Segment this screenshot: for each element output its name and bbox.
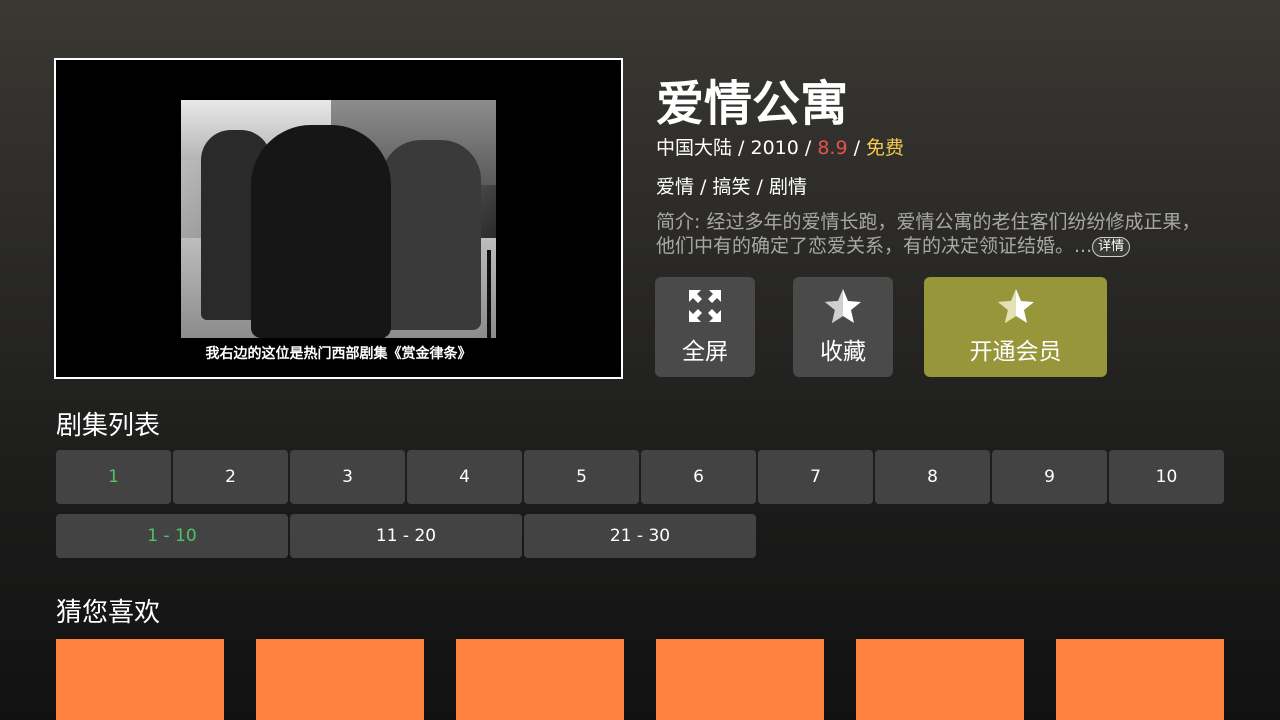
- episode-button-3[interactable]: 3: [290, 450, 405, 504]
- episode-button-9[interactable]: 9: [992, 450, 1107, 504]
- recommend-tile[interactable]: [1056, 639, 1224, 720]
- episode-button-8[interactable]: 8: [875, 450, 990, 504]
- show-intro: 简介: 经过多年的爱情长跑，爱情公寓的老住客们纷纷修成正果，他们中有的确定了恋爱…: [656, 210, 1216, 258]
- recommend-tile[interactable]: [56, 639, 224, 720]
- recommend-row: [56, 639, 1224, 720]
- episode-button-4[interactable]: 4: [407, 450, 522, 504]
- video-subtitle: 我右边的这位是热门西部剧集《赏金律条》: [205, 346, 472, 362]
- year: 2010: [750, 137, 799, 159]
- range-tab-21-30[interactable]: 21 - 30: [524, 514, 756, 558]
- show-meta: 中国大陆 / 2010 / 8.9 / 免费: [656, 137, 905, 159]
- video-player[interactable]: 我右边的这位是热门西部剧集《赏金律条》: [54, 58, 623, 379]
- favorite-label: 收藏: [820, 339, 866, 365]
- fullscreen-label: 全屏: [682, 339, 728, 365]
- show-title: 爱情公寓: [656, 76, 849, 132]
- fullscreen-icon: [689, 290, 721, 322]
- video-frame: [181, 100, 496, 338]
- star-icon: [825, 289, 861, 323]
- recommend-tile[interactable]: [856, 639, 1024, 720]
- episode-button-10[interactable]: 10: [1109, 450, 1224, 504]
- episode-button-6[interactable]: 6: [641, 450, 756, 504]
- genre-tag: 爱情: [656, 176, 695, 198]
- range-tab-1-10[interactable]: 1 - 10: [56, 514, 288, 558]
- recommend-tile[interactable]: [256, 639, 424, 720]
- episode-list-title: 剧集列表: [56, 411, 161, 441]
- region: 中国大陆: [656, 137, 733, 159]
- star-icon: [997, 289, 1034, 323]
- price-badge: 免费: [866, 137, 905, 159]
- range-tab-11-20[interactable]: 11 - 20: [290, 514, 522, 558]
- vip-button[interactable]: 开通会员: [924, 277, 1107, 377]
- episode-range-tabs: 1 - 10 11 - 20 21 - 30: [56, 514, 756, 558]
- genre-tag: 剧情: [769, 176, 808, 198]
- recommend-tile[interactable]: [456, 639, 624, 720]
- episode-button-2[interactable]: 2: [173, 450, 288, 504]
- episode-button-7[interactable]: 7: [758, 450, 873, 504]
- episode-grid: 1 2 3 4 5 6 7 8 9 10: [56, 450, 1224, 504]
- favorite-button[interactable]: 收藏: [793, 277, 893, 377]
- rating: 8.9: [817, 137, 848, 159]
- genre-list: 爱情 / 搞笑 / 剧情: [656, 176, 808, 198]
- genre-tag: 搞笑: [712, 176, 751, 198]
- fullscreen-button[interactable]: 全屏: [655, 277, 755, 377]
- episode-button-5[interactable]: 5: [524, 450, 639, 504]
- vip-label: 开通会员: [969, 339, 1062, 365]
- detail-button[interactable]: 详情: [1092, 236, 1131, 257]
- episode-button-1[interactable]: 1: [56, 450, 171, 504]
- recommend-title: 猜您喜欢: [56, 598, 161, 628]
- recommend-tile[interactable]: [656, 639, 824, 720]
